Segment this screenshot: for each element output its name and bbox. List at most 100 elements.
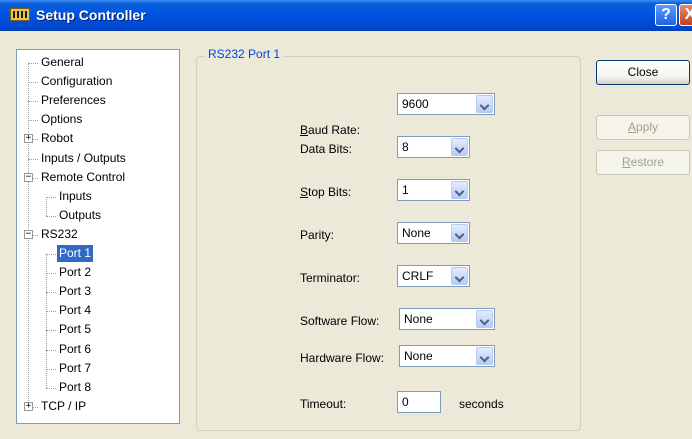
tree-item-label: Port 8 [59, 379, 92, 394]
tree-item-label: Port 3 [59, 284, 92, 299]
tree-item-label: Port 5 [59, 322, 92, 337]
tree-item-port-7[interactable]: Port 7 [17, 360, 177, 377]
tree-item-rs232[interactable]: − RS232 [17, 226, 177, 243]
restore-button[interactable]: Restore [596, 150, 690, 175]
tree-connector [28, 120, 38, 122]
tree-connector [28, 101, 38, 103]
tree-connector [46, 349, 56, 351]
tree-item-label: Outputs [59, 207, 102, 222]
chevron-down-icon[interactable] [451, 267, 468, 285]
data-bits-label: Data Bits: [300, 142, 353, 156]
terminator-select[interactable]: CRLF [397, 265, 470, 287]
tree-item-label: Inputs / Outputs [41, 150, 126, 165]
tree-item-port-2[interactable]: Port 2 [17, 264, 177, 281]
tree-item-port-5[interactable]: Port 5 [17, 321, 177, 338]
help-button[interactable]: ? [655, 4, 677, 26]
chevron-down-icon[interactable] [476, 347, 493, 365]
tree-item-port-1[interactable]: Port 1 [17, 245, 177, 262]
tree-connector [28, 158, 38, 160]
tree-connector [46, 387, 56, 389]
baud-rate-select[interactable]: 9600 [397, 93, 495, 115]
tree-connector [46, 330, 56, 332]
tree-item-label: Port 1 [57, 245, 94, 262]
tree-item-general[interactable]: General [17, 54, 177, 71]
tree-item-label: General [41, 55, 84, 69]
stop-bits-select[interactable]: 1 [397, 179, 470, 201]
tree-connector [46, 311, 56, 313]
tree-item-label: Remote Control [41, 169, 126, 184]
tree-item-options[interactable]: Options [17, 111, 177, 128]
tree-item-port-8[interactable]: Port 8 [17, 379, 177, 396]
chevron-down-icon[interactable] [451, 181, 468, 199]
hardware-flow-value: None [404, 349, 433, 363]
settings-tree[interactable]: General Configuration Preferences Options + R… [16, 49, 180, 424]
tree-connector [46, 292, 56, 294]
expand-icon[interactable]: + [24, 134, 33, 144]
tree-item-label: Robot [41, 131, 74, 146]
terminator-value: CRLF [402, 269, 434, 283]
tree-connector [28, 82, 38, 84]
tree-connector [28, 63, 38, 64]
collapse-icon[interactable]: − [24, 172, 33, 182]
stop-bits-label: Stop Bits: [300, 185, 352, 199]
tree-connector [46, 215, 56, 217]
tree-item-outputs[interactable]: Outputs [17, 207, 177, 224]
collapse-icon[interactable]: − [24, 229, 33, 239]
expand-icon[interactable]: + [24, 401, 33, 411]
parity-value: None [402, 226, 431, 240]
timeout-unit-label: seconds [459, 397, 504, 411]
software-flow-value: None [404, 312, 433, 326]
tree-item-label: Inputs [59, 188, 92, 203]
baud-rate-label: Baud Rate: [300, 123, 361, 137]
timeout-label: Timeout: [300, 397, 347, 411]
hardware-flow-label: Hardware Flow: [300, 351, 385, 365]
tree-connector [46, 196, 56, 198]
chevron-down-icon[interactable] [451, 138, 468, 156]
parity-label: Parity: [300, 228, 335, 242]
terminator-label: Terminator: [300, 271, 361, 285]
tree-item-port-4[interactable]: Port 4 [17, 302, 177, 319]
tree-item-tcp-ip[interactable]: + TCP / IP [17, 398, 177, 415]
tree-item-label: Configuration [41, 74, 113, 89]
window-title: Setup Controller [36, 7, 146, 23]
chevron-down-icon[interactable] [451, 224, 468, 242]
close-button[interactable]: Close [596, 60, 690, 85]
tree-item-label: RS232 [41, 226, 78, 241]
app-icon [10, 8, 30, 21]
tree-connector [46, 273, 56, 275]
chevron-down-icon[interactable] [476, 95, 493, 113]
group-title: RS232 Port 1 [205, 47, 284, 61]
tree-item-label: Port 4 [59, 303, 92, 318]
data-bits-value: 8 [402, 140, 409, 154]
tree-item-label: Port 6 [59, 341, 92, 356]
tree-item-inputs[interactable]: Inputs [17, 188, 177, 205]
tree-item-label: Options [41, 112, 83, 127]
port-settings-group [196, 56, 581, 431]
stop-bits-value: 1 [402, 183, 409, 197]
tree-item-robot[interactable]: + Robot [17, 130, 177, 147]
title-bar: Setup Controller ? X [0, 0, 692, 31]
tree-item-inputs-outputs[interactable]: Inputs / Outputs [17, 150, 177, 167]
timeout-value: 0 [402, 395, 409, 409]
tree-item-port-3[interactable]: Port 3 [17, 283, 177, 300]
tree-connector [46, 254, 56, 255]
tree-item-label: Port 2 [59, 265, 92, 280]
close-window-button[interactable]: X [679, 4, 692, 26]
software-flow-select[interactable]: None [399, 308, 495, 330]
hardware-flow-select[interactable]: None [399, 345, 495, 367]
tree-item-label: Preferences [41, 93, 106, 108]
tree-item-remote-control[interactable]: − Remote Control [17, 169, 177, 186]
chevron-down-icon[interactable] [476, 310, 493, 328]
tree-item-port-6[interactable]: Port 6 [17, 341, 177, 358]
tree-item-label: Port 7 [59, 360, 92, 375]
tree-connector [46, 368, 56, 370]
parity-select[interactable]: None [397, 222, 470, 244]
tree-item-configuration[interactable]: Configuration [17, 73, 177, 90]
baud-rate-value: 9600 [402, 97, 429, 111]
software-flow-label: Software Flow: [300, 314, 380, 328]
tree-item-preferences[interactable]: Preferences [17, 92, 177, 109]
apply-button[interactable]: Apply [596, 115, 690, 140]
tree-item-label: TCP / IP [41, 398, 87, 413]
data-bits-select[interactable]: 8 [397, 136, 470, 158]
timeout-input[interactable]: 0 [397, 391, 441, 413]
